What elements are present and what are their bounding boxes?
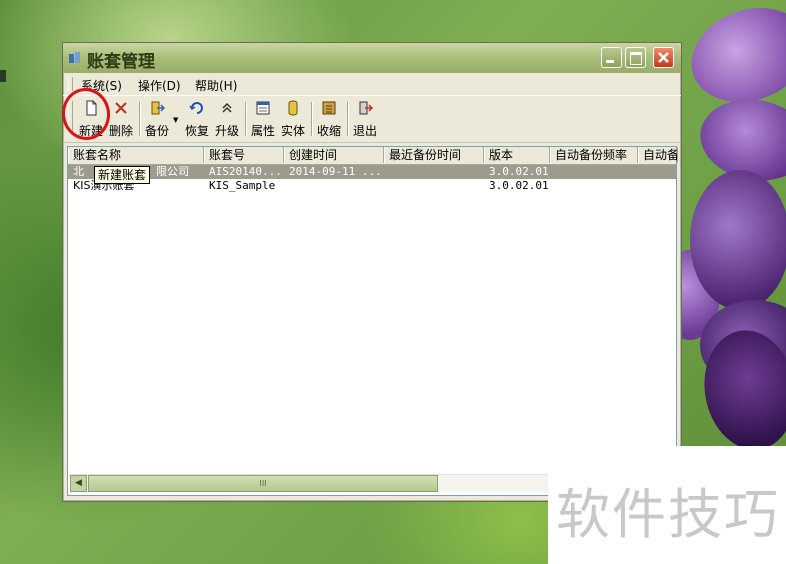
list-header: 账套名称 账套号 创建时间 最近备份时间 版本 自动备份频率 自动备 (68, 147, 678, 165)
restore-label: 恢复 (184, 124, 209, 138)
table-row[interactable]: KIS演示账套 KIS_Sample 3.0.02.01 (68, 179, 676, 193)
delete-x-icon (115, 102, 127, 114)
toolbar: 新建 删除 备份 ▼ 恢复 升级 属性 实体 收缩 退出 (63, 95, 681, 143)
menu-bar: 系统(S) 操作(D) 帮助(H) (63, 73, 681, 95)
flower-petal (690, 170, 786, 310)
restore-icon (189, 102, 203, 114)
delete-label: 删除 (108, 124, 133, 138)
desktop-icon-fragment[interactable] (0, 70, 6, 82)
scroll-left-arrow-icon[interactable]: ◀ (70, 475, 87, 492)
watermark-text: 软件技巧 (556, 483, 780, 546)
account-set-manager-window: 账套管理 系统(S) 操作(D) 帮助(H) 新建 删除 备份 ▼ 恢复 升级 … (62, 42, 682, 502)
maximize-button[interactable] (625, 47, 646, 68)
column-header-id[interactable]: 账套号 (204, 147, 284, 163)
cell-name: 北 (73, 165, 84, 178)
cell-version: 3.0.02.01 (489, 165, 549, 178)
exit-icon (359, 101, 373, 115)
restore-button[interactable]: 恢复 (183, 100, 211, 140)
entity-label: 实体 (280, 124, 305, 138)
menu-grip[interactable] (68, 77, 73, 91)
entity-button[interactable]: 实体 (279, 100, 307, 140)
column-header-backup-frequency[interactable]: 自动备份频率 (550, 147, 638, 163)
backup-button[interactable]: 备份 (143, 100, 171, 140)
menu-help[interactable]: 帮助(H) (195, 77, 237, 94)
cell-version: 3.0.02.01 (489, 179, 549, 192)
upgrade-label: 升级 (214, 124, 239, 138)
account-set-list[interactable]: 账套名称 账套号 创建时间 最近备份时间 版本 自动备份频率 自动备 北 限公司… (67, 146, 678, 496)
close-icon (658, 52, 669, 63)
toolbar-separator (245, 102, 247, 136)
exit-button[interactable]: 退出 (351, 100, 379, 140)
upgrade-icon (222, 102, 232, 113)
toolbar-separator (139, 102, 141, 136)
backup-icon (151, 101, 165, 115)
cell-name-suffix: 限公司 (156, 165, 189, 178)
column-header-last-backup[interactable]: 最近备份时间 (384, 147, 484, 163)
table-row[interactable]: 北 限公司 AIS20140... 2014-09-11 ... 3.0.02.… (68, 165, 676, 179)
title-bar[interactable]: 账套管理 (63, 43, 681, 73)
minimize-button[interactable] (601, 47, 622, 68)
tooltip: 新建账套 (94, 166, 151, 184)
window-title: 账套管理 (87, 52, 155, 72)
app-icon (69, 52, 80, 63)
maximize-icon (630, 52, 642, 65)
collapse-label: 收缩 (316, 124, 341, 138)
collapse-icon (322, 101, 336, 115)
minimize-icon (606, 60, 614, 63)
toolbar-separator (311, 102, 313, 136)
close-button[interactable] (653, 47, 674, 68)
exit-label: 退出 (352, 124, 377, 138)
properties-button[interactable]: 属性 (249, 100, 277, 140)
backup-dropdown-arrow-icon[interactable]: ▼ (173, 116, 178, 124)
delete-button[interactable]: 删除 (107, 100, 135, 140)
collapse-button[interactable]: 收缩 (315, 100, 343, 140)
properties-icon (256, 101, 270, 115)
scroll-thumb[interactable]: III (88, 475, 438, 492)
column-header-name[interactable]: 账套名称 (68, 147, 204, 163)
upgrade-button[interactable]: 升级 (213, 100, 241, 140)
cell-id: AIS20140... (209, 165, 282, 178)
entity-icon (288, 100, 298, 116)
column-header-created[interactable]: 创建时间 (284, 147, 384, 163)
column-header-version[interactable]: 版本 (484, 147, 550, 163)
column-header-auto[interactable]: 自动备 (638, 147, 678, 163)
cell-created: 2014-09-11 ... (289, 165, 382, 178)
menu-operation[interactable]: 操作(D) (138, 77, 181, 94)
backup-label: 备份 (144, 124, 169, 138)
properties-label: 属性 (250, 124, 275, 138)
cell-id: KIS_Sample (209, 179, 276, 192)
toolbar-separator (347, 102, 349, 136)
